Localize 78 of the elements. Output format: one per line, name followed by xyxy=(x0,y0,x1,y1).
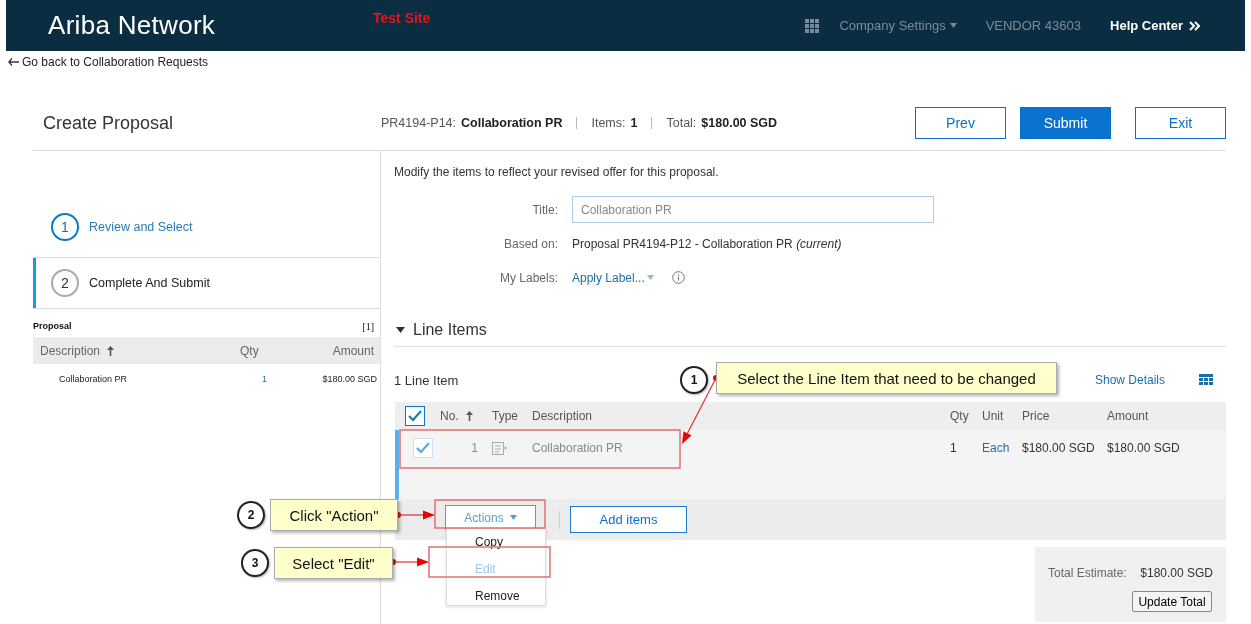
total-estimate-label: Total Estimate: xyxy=(1048,566,1127,580)
callout-number: 3 xyxy=(241,549,269,577)
info-icon[interactable] xyxy=(671,271,685,284)
document-icon xyxy=(492,442,508,455)
based-on-text: Proposal PR4194-P12 - Collaboration PR (current) xyxy=(572,236,843,251)
column-header[interactable]: Amount xyxy=(1107,409,1226,423)
collapse-triangle-icon[interactable] xyxy=(396,325,405,334)
callout-number: 2 xyxy=(237,501,265,529)
proposal-id: PR4194-P14: xyxy=(381,116,457,130)
column-header[interactable]: No. xyxy=(440,409,492,423)
column-header[interactable]: Description xyxy=(532,409,950,423)
field-label: Based on: xyxy=(503,236,558,251)
add-items-button[interactable]: Add items xyxy=(570,506,687,533)
double-chevron-icon xyxy=(1189,20,1200,31)
callout-note: Select the Line Item that need to be changed xyxy=(716,362,1057,394)
step-item[interactable]: 1 Review and Select xyxy=(33,196,380,258)
line-item-count: 1 Line Item xyxy=(394,372,459,388)
table-view-icon[interactable] xyxy=(1199,374,1213,386)
table-cell-text: 1 xyxy=(262,374,268,384)
action-button[interactable]: Prev xyxy=(915,107,1006,139)
items-label: Items: xyxy=(591,116,626,130)
callout-number: 1 xyxy=(680,366,708,394)
step-item[interactable]: 2 Complete And Submit xyxy=(33,258,380,309)
item-count: [1] xyxy=(362,321,374,332)
column-header[interactable]: Type xyxy=(492,409,532,423)
action-button[interactable]: Exit xyxy=(1135,107,1226,139)
total-label: Total: xyxy=(666,116,697,130)
column-header[interactable]: Unit xyxy=(982,409,1022,423)
column-header[interactable]: Amount xyxy=(332,343,374,358)
table-cell-text: $180.00 SGD xyxy=(1107,440,1181,457)
instruction-text: Modify the items to reflect your revised offer for this proposal. xyxy=(394,165,720,181)
field-label: My Labels: xyxy=(499,270,558,285)
menu-item[interactable]: Remove xyxy=(447,585,545,612)
unit-link[interactable]: Each xyxy=(982,438,1022,458)
show-details-link[interactable]: Show Details xyxy=(1094,373,1165,387)
page-title: Create Proposal xyxy=(42,112,175,134)
callout-note: Click "Action" xyxy=(270,499,398,531)
proposal-name: Collaboration PR xyxy=(461,116,563,130)
table-cell-text: Collaboration PR xyxy=(532,440,624,457)
caret-icon xyxy=(949,23,957,28)
callout-note: Select "Edit" xyxy=(274,547,393,579)
sort-arrow-icon xyxy=(465,411,473,421)
step-number: 2 xyxy=(51,269,79,297)
column-header[interactable]: Price xyxy=(1022,409,1107,423)
table-cell-text: $180.00 SGD xyxy=(1022,440,1096,457)
vendor-id: VENDOR 43603 xyxy=(985,18,1082,33)
apps-grid-icon[interactable] xyxy=(805,18,820,33)
help-center-link[interactable]: Help Center xyxy=(1110,18,1200,33)
total-value: $180.00 SGD xyxy=(701,116,778,130)
step-number: 1 xyxy=(51,212,79,241)
table-title: Proposal xyxy=(33,321,72,332)
column-header[interactable]: Description xyxy=(40,343,240,358)
update-total-button[interactable]: Update Total xyxy=(1132,591,1212,612)
site-label: Test Site xyxy=(373,10,431,26)
sort-arrow-icon xyxy=(107,345,115,356)
app-logo: Ariba Network xyxy=(48,10,217,41)
section-title: Line Items xyxy=(413,320,487,339)
table-cell: $180.00 SGD xyxy=(322,374,377,384)
table-cell-text: 1 xyxy=(950,440,958,457)
checkbox[interactable] xyxy=(405,406,425,426)
submit-button[interactable]: Submit xyxy=(1020,107,1111,139)
company-settings-menu[interactable]: Company Settings xyxy=(839,18,957,33)
caret-icon xyxy=(646,275,654,280)
items-count: 1 xyxy=(630,116,638,130)
total-estimate-value: $180.00 SGD xyxy=(1140,566,1213,580)
back-link[interactable]: Go back to Collaboration Requests xyxy=(8,51,209,73)
pointer-arrow xyxy=(682,375,719,444)
column-header[interactable]: Qty xyxy=(240,343,300,358)
back-arrow-icon xyxy=(8,58,19,66)
menu-item[interactable]: Copy xyxy=(447,531,545,558)
apply-label-link[interactable]: Apply Label... xyxy=(572,270,654,285)
column-header[interactable]: Qty xyxy=(950,409,982,423)
table-cell-text: Collaboration PR xyxy=(59,374,129,384)
table-row[interactable]: 1 Collaboration PR 1 Each $180.00 SGD $180.00 SGD xyxy=(395,430,1226,499)
table-cell-text: 1 xyxy=(471,440,479,457)
caret-icon xyxy=(509,515,517,520)
field-label: Title: xyxy=(532,202,558,217)
title-field[interactable]: Collaboration PR xyxy=(572,196,934,223)
